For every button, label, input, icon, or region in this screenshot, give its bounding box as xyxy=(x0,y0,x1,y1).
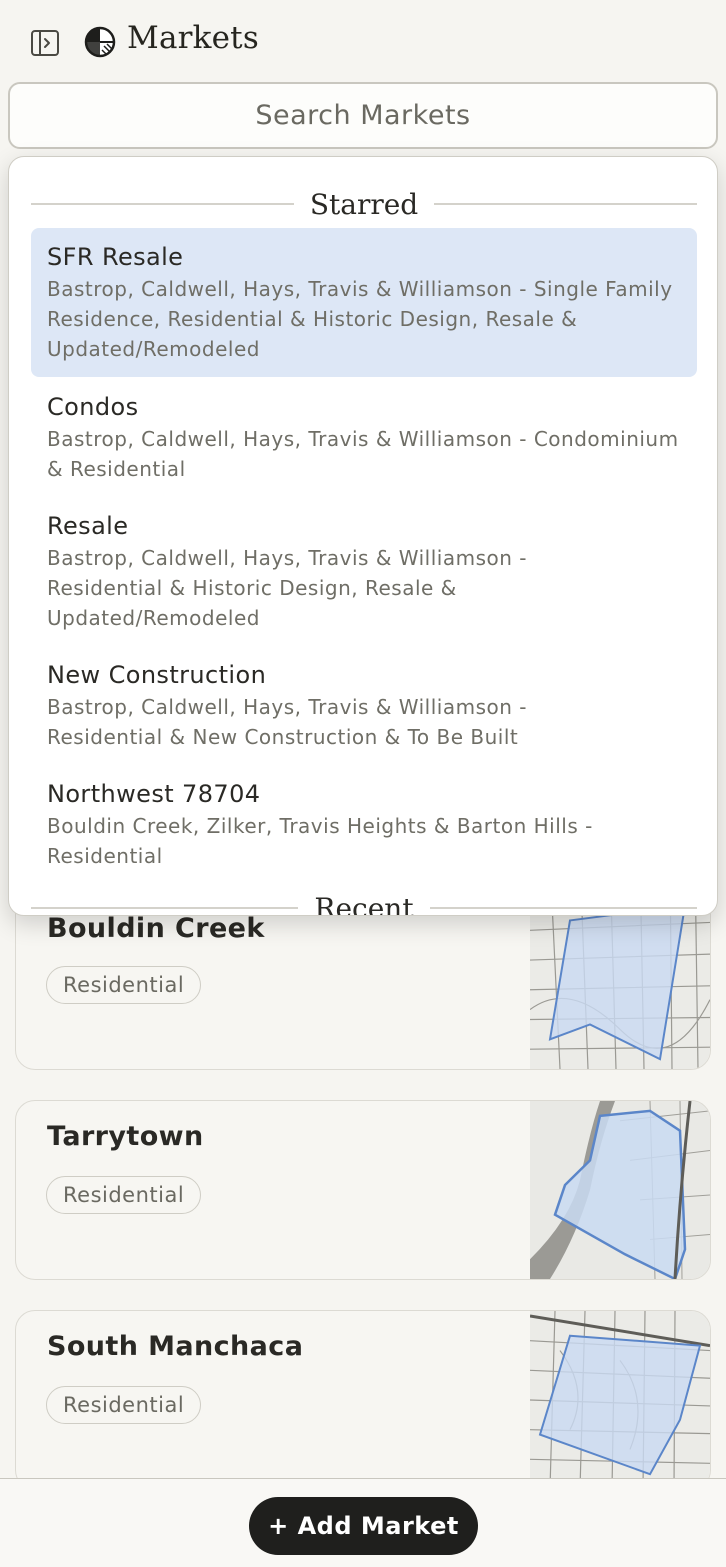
market-option-description: Bouldin Creek, Zilker, Travis Heights & … xyxy=(47,814,593,868)
search-input[interactable] xyxy=(10,84,716,147)
market-option-sfr-resale[interactable]: SFR Resale Bastrop, Caldwell, Hays, Trav… xyxy=(31,228,697,377)
bottom-action-bar: + Add Market xyxy=(0,1478,726,1567)
market-card-tag: Residential xyxy=(46,1386,202,1424)
market-option-description: Bastrop, Caldwell, Hays, Travis & Willia… xyxy=(47,277,673,361)
divider xyxy=(31,203,294,205)
market-option-new-construction[interactable]: New Construction Bastrop, Caldwell, Hays… xyxy=(31,646,697,764)
page-title: Markets xyxy=(127,20,259,56)
search-box[interactable] xyxy=(8,82,718,149)
market-option-name: SFR Resale xyxy=(47,243,184,271)
section-label: Recent xyxy=(314,891,414,916)
app-header: Markets xyxy=(0,0,726,84)
sidebar-toggle-icon[interactable] xyxy=(30,28,60,58)
section-label: Starred xyxy=(309,187,419,221)
market-card[interactable]: Tarrytown Residential xyxy=(15,1100,711,1280)
markets-logo-icon xyxy=(84,26,116,58)
market-option-condos[interactable]: Condos Bastrop, Caldwell, Hays, Travis &… xyxy=(31,378,697,496)
starred-section-header: Starred xyxy=(31,186,698,222)
market-option-description: Bastrop, Caldwell, Hays, Travis & Willia… xyxy=(47,546,527,630)
market-card-name: Bouldin Creek xyxy=(47,913,265,944)
divider xyxy=(429,907,698,909)
market-option-resale[interactable]: Resale Bastrop, Caldwell, Hays, Travis &… xyxy=(31,497,697,645)
market-card-tag: Residential xyxy=(46,966,202,1004)
market-option-description: Bastrop, Caldwell, Hays, Travis & Willia… xyxy=(47,695,527,749)
market-option-northwest-78704[interactable]: Northwest 78704 Bouldin Creek, Zilker, T… xyxy=(31,765,697,883)
market-option-name: Northwest 78704 xyxy=(47,780,261,808)
market-option-name: Condos xyxy=(47,393,139,421)
divider xyxy=(434,203,698,205)
add-market-button[interactable]: + Add Market xyxy=(249,1497,478,1555)
market-option-name: Resale xyxy=(47,512,129,540)
market-map-thumbnail xyxy=(530,1101,710,1279)
divider xyxy=(31,907,299,909)
market-option-name: New Construction xyxy=(47,661,267,689)
market-card[interactable]: South Manchaca Residential xyxy=(15,1310,711,1490)
market-option-description: Bastrop, Caldwell, Hays, Travis & Willia… xyxy=(47,427,679,481)
search-dropdown: Starred SFR Resale Bastrop, Caldwell, Ha… xyxy=(8,156,718,916)
market-map-thumbnail xyxy=(530,1311,710,1489)
recent-section-header: Recent xyxy=(31,890,698,916)
market-card-name: Tarrytown xyxy=(47,1121,204,1152)
market-card-name: South Manchaca xyxy=(47,1331,304,1362)
market-card-tag: Residential xyxy=(46,1176,202,1214)
